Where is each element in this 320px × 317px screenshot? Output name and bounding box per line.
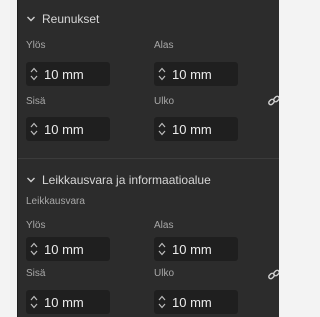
margins-title: Reunukset: [42, 12, 100, 26]
margins-inside-stepper[interactable]: 10 mm: [26, 117, 110, 141]
bleed-bottom-label: Alas: [154, 220, 174, 231]
caret-down-icon[interactable]: [158, 250, 166, 256]
stepper-spin-buttons[interactable]: [26, 237, 42, 261]
margins-outside-stepper[interactable]: 10 mm: [154, 117, 238, 141]
bleed-inside-label: Sisä: [26, 268, 46, 279]
stepper-spin-buttons[interactable]: [154, 290, 170, 314]
margins-inside-value[interactable]: 10 mm: [42, 122, 84, 137]
stepper-spin-buttons[interactable]: [154, 237, 170, 261]
bleed-outside-label: Ulko: [154, 268, 175, 279]
bleed-section-toggle[interactable]: Leikkausvara ja informaatioalue: [26, 172, 211, 188]
caret-down-icon[interactable]: [30, 75, 38, 81]
caret-up-icon[interactable]: [30, 122, 38, 128]
document-setup-panel: Reunukset Ylös Alas 10 mm 10 mm Sisä Ulk…: [17, 0, 279, 317]
bleed-inside-stepper[interactable]: 10 mm: [26, 290, 110, 314]
margins-bottom-label: Alas: [154, 40, 174, 51]
margins-bottom-stepper[interactable]: 10 mm: [154, 62, 238, 86]
bleed-top-stepper[interactable]: 10 mm: [26, 237, 110, 261]
caret-up-icon[interactable]: [158, 242, 166, 248]
caret-up-icon[interactable]: [158, 67, 166, 73]
bleed-top-value[interactable]: 10 mm: [42, 242, 84, 257]
bleed-outside-value[interactable]: 10 mm: [170, 295, 212, 310]
caret-up-icon[interactable]: [30, 242, 38, 248]
chevron-down-icon: [27, 16, 35, 22]
chain-link-icon[interactable]: [267, 94, 279, 108]
bleed-sublabel: Leikkausvara: [26, 196, 85, 207]
caret-up-icon[interactable]: [30, 67, 38, 73]
margins-bottom-value[interactable]: 10 mm: [170, 67, 212, 82]
chevron-down-icon: [27, 177, 35, 183]
section-divider: [18, 158, 279, 159]
bleed-bottom-stepper[interactable]: 10 mm: [154, 237, 238, 261]
caret-up-icon[interactable]: [158, 295, 166, 301]
margins-section-toggle[interactable]: Reunukset: [26, 11, 99, 27]
margins-outside-value[interactable]: 10 mm: [170, 122, 212, 137]
caret-down-icon[interactable]: [30, 130, 38, 136]
caret-down-icon[interactable]: [158, 75, 166, 81]
chain-link-icon[interactable]: [267, 268, 279, 282]
stepper-spin-buttons[interactable]: [26, 62, 42, 86]
caret-down-icon[interactable]: [158, 303, 166, 309]
caret-down-icon[interactable]: [158, 130, 166, 136]
bleed-bottom-value[interactable]: 10 mm: [170, 242, 212, 257]
stepper-spin-buttons[interactable]: [154, 117, 170, 141]
margins-outside-label: Ulko: [154, 96, 175, 107]
caret-up-icon[interactable]: [30, 295, 38, 301]
margins-top-label: Ylös: [26, 40, 46, 51]
margins-inside-label: Sisä: [26, 96, 46, 107]
bleed-inside-value[interactable]: 10 mm: [42, 295, 84, 310]
margins-top-value[interactable]: 10 mm: [42, 67, 84, 82]
caret-down-icon[interactable]: [30, 303, 38, 309]
stepper-spin-buttons[interactable]: [154, 62, 170, 86]
bleed-title: Leikkausvara ja informaatioalue: [42, 173, 211, 187]
caret-down-icon[interactable]: [30, 250, 38, 256]
bleed-outside-stepper[interactable]: 10 mm: [154, 290, 238, 314]
stepper-spin-buttons[interactable]: [26, 290, 42, 314]
caret-up-icon[interactable]: [158, 122, 166, 128]
stepper-spin-buttons[interactable]: [26, 117, 42, 141]
bleed-top-label: Ylös: [26, 220, 46, 231]
margins-top-stepper[interactable]: 10 mm: [26, 62, 110, 86]
